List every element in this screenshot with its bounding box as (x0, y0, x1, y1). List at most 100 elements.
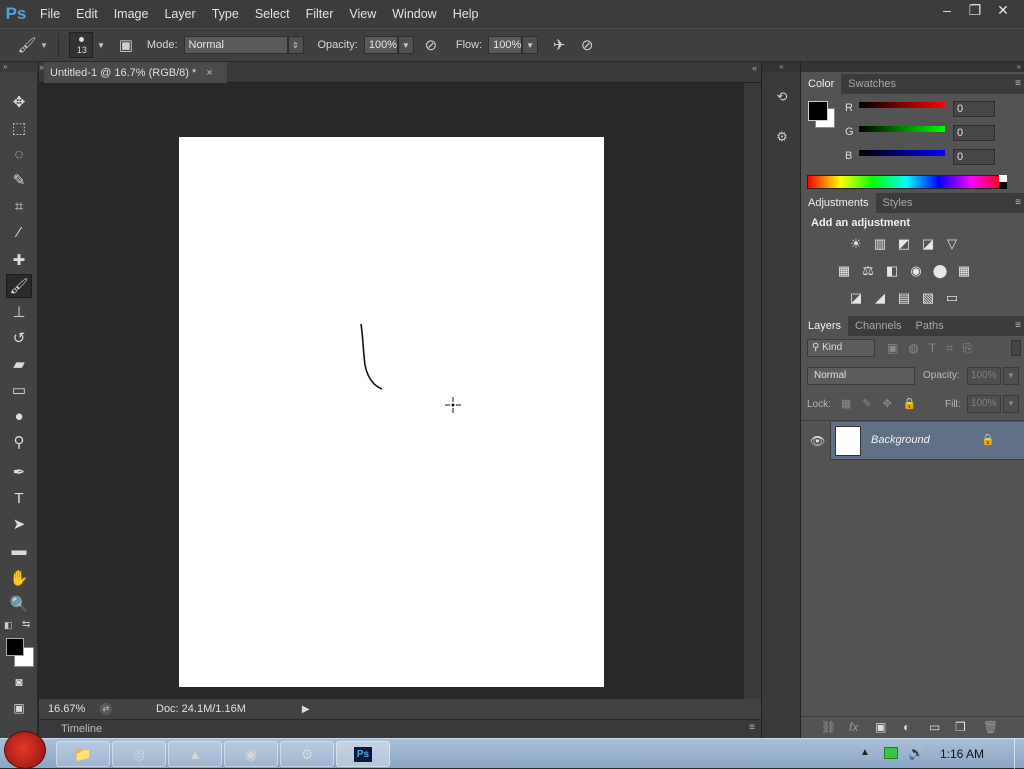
healing-brush-tool-icon[interactable]: ✚ (6, 248, 32, 272)
restore-button[interactable]: ❐ (962, 0, 988, 20)
strip-collapse-icon[interactable]: « (762, 62, 801, 72)
layer-name[interactable]: Background (871, 434, 930, 446)
layer-opacity-input[interactable]: 100% (967, 367, 1001, 385)
opacity-slider-arrow[interactable]: ▼ (397, 36, 414, 54)
tray-expand-icon[interactable]: ▲ (860, 747, 870, 758)
delete-layer-icon[interactable]: 🗑 (983, 720, 998, 734)
mode-select-arrow[interactable]: ⇕ (287, 36, 304, 54)
brush-tool-icon[interactable]: 🖌 (6, 274, 32, 298)
color-foreground-swatch[interactable] (808, 101, 828, 121)
chevron-down-icon[interactable]: ▼ (40, 41, 48, 50)
selective-color-icon[interactable]: ▧ (919, 290, 937, 305)
layer-filter-toggle[interactable] (1011, 340, 1021, 356)
curves-icon[interactable]: ◩ (895, 236, 913, 251)
blue-slider[interactable] (859, 150, 945, 156)
brush-picker-dropdown[interactable]: ▼ (93, 36, 109, 54)
new-layer-icon[interactable]: ❐ (955, 720, 966, 734)
panels-collapse-icon[interactable]: » (801, 62, 1024, 72)
clone-stamp-tool-icon[interactable]: ⊥ (6, 300, 32, 324)
new-group-icon[interactable]: ▭ (929, 720, 940, 734)
red-value[interactable]: 0 (953, 101, 995, 117)
tab-color[interactable]: Color (801, 74, 842, 94)
layer-blend-mode-select[interactable]: Normal (807, 367, 915, 385)
tab-adjustments[interactable]: Adjustments (801, 193, 876, 213)
marquee-tool-icon[interactable]: ⬚ (6, 116, 32, 140)
canvas-background[interactable] (39, 83, 744, 701)
hand-tool-icon[interactable]: ✋ (6, 566, 32, 590)
adjustments-panel-menu-icon[interactable]: ≡ (1015, 197, 1021, 208)
menu-filter[interactable]: Filter (298, 0, 342, 28)
menu-file[interactable]: File (32, 0, 68, 28)
timeline-menu-icon[interactable]: ≡ (749, 722, 755, 733)
history-panel-icon[interactable]: ⟲ (770, 86, 794, 108)
firefox-taskbar-icon[interactable]: ◉ (224, 741, 278, 767)
quick-selection-tool-icon[interactable]: ✎ (6, 168, 32, 192)
layer-opacity-arrow[interactable]: ▼ (1003, 367, 1019, 385)
menu-help[interactable]: Help (445, 0, 487, 28)
link-layers-icon[interactable]: ⛓ (821, 720, 836, 734)
layer-row-background[interactable]: 👁 Background 🔒 (801, 422, 1024, 460)
add-mask-icon[interactable]: ▣ (875, 720, 886, 734)
menu-type[interactable]: Type (204, 0, 247, 28)
flow-input[interactable]: 100% (488, 36, 523, 54)
history-brush-tool-icon[interactable]: ↺ (6, 326, 32, 350)
black-white-icon[interactable]: ◧ (883, 263, 901, 278)
menu-layer[interactable]: Layer (156, 0, 203, 28)
tabbar-expand-icon[interactable]: « (752, 63, 757, 73)
menu-select[interactable]: Select (247, 0, 298, 28)
gradient-map-icon[interactable]: ▭ (943, 290, 961, 305)
minimize-button[interactable]: – (934, 0, 960, 20)
layer-style-icon[interactable]: fx (849, 720, 858, 734)
layer-lock-icon[interactable]: 🔒 (981, 433, 995, 446)
layer-filter-kind-select[interactable]: ⚲ Kind (807, 339, 875, 357)
flow-slider-arrow[interactable]: ▼ (522, 36, 539, 54)
color-lookup-icon[interactable]: ▦ (955, 263, 973, 278)
menu-edit[interactable]: Edit (68, 0, 106, 28)
quick-mask-icon[interactable]: ◙ (6, 670, 32, 694)
foreground-color-swatch[interactable] (6, 638, 24, 656)
brush-size-picker[interactable]: 13 (68, 32, 93, 58)
properties-panel-icon[interactable]: ⚙ (770, 126, 794, 148)
exposure-icon[interactable]: ◪ (919, 236, 937, 251)
blur-tool-icon[interactable]: ● (6, 404, 32, 428)
rectangle-tool-icon[interactable]: ▬ (6, 538, 32, 562)
color-spectrum-ramp[interactable] (807, 175, 1005, 189)
vertical-scrollbar[interactable] (744, 83, 761, 701)
settings-taskbar-icon[interactable]: ⚙ (280, 741, 334, 767)
levels-icon[interactable]: ▥ (871, 236, 889, 251)
color-balance-icon[interactable]: ⚖ (859, 263, 877, 278)
type-tool-icon[interactable]: T (6, 486, 32, 510)
lasso-tool-icon[interactable]: ◌ (6, 142, 32, 166)
brush-tool-preset-icon[interactable]: 🖌 (16, 34, 38, 56)
taskbar-clock[interactable]: 1:16 AM (940, 747, 984, 761)
blue-value[interactable]: 0 (953, 149, 995, 165)
tab-styles[interactable]: Styles (876, 193, 920, 213)
start-button[interactable] (4, 731, 46, 769)
brightness-contrast-icon[interactable]: ☀ (847, 236, 865, 251)
photoshop-taskbar-icon[interactable]: Ps (336, 741, 390, 767)
explorer-taskbar-icon[interactable]: 📁 (56, 741, 110, 767)
airbrush-icon[interactable]: ✈ (548, 34, 570, 56)
photo-filter-icon[interactable]: ◉ (907, 263, 925, 278)
tab-paths[interactable]: Paths (909, 316, 951, 336)
layer-fill-input[interactable]: 100% (967, 395, 1001, 413)
mode-select[interactable]: Normal (183, 36, 288, 54)
threshold-icon[interactable]: ▤ (895, 290, 913, 305)
vibrance-icon[interactable]: ▽ (943, 236, 961, 251)
battery-tray-icon[interactable] (884, 747, 898, 759)
zoom-tool-icon[interactable]: 🔍 (6, 592, 32, 616)
posterize-icon[interactable]: ◢ (871, 290, 889, 305)
menu-image[interactable]: Image (106, 0, 157, 28)
default-colors-icon[interactable]: ◧ (4, 620, 13, 631)
zoom-level[interactable]: 16.67% (48, 703, 96, 715)
hue-saturation-icon[interactable]: ▦ (835, 263, 853, 278)
green-slider[interactable] (859, 126, 945, 132)
move-tool-icon[interactable]: ✥ (6, 90, 32, 114)
eraser-tool-icon[interactable]: ▰ (6, 352, 32, 376)
red-slider[interactable] (859, 102, 945, 108)
chrome-taskbar-icon[interactable]: ◎ (112, 741, 166, 767)
vlc-taskbar-icon[interactable]: ▲ (168, 741, 222, 767)
status-info-icon[interactable]: ⇄ (100, 703, 112, 715)
document-canvas[interactable] (179, 137, 604, 687)
dodge-tool-icon[interactable]: ⚲ (6, 430, 32, 454)
